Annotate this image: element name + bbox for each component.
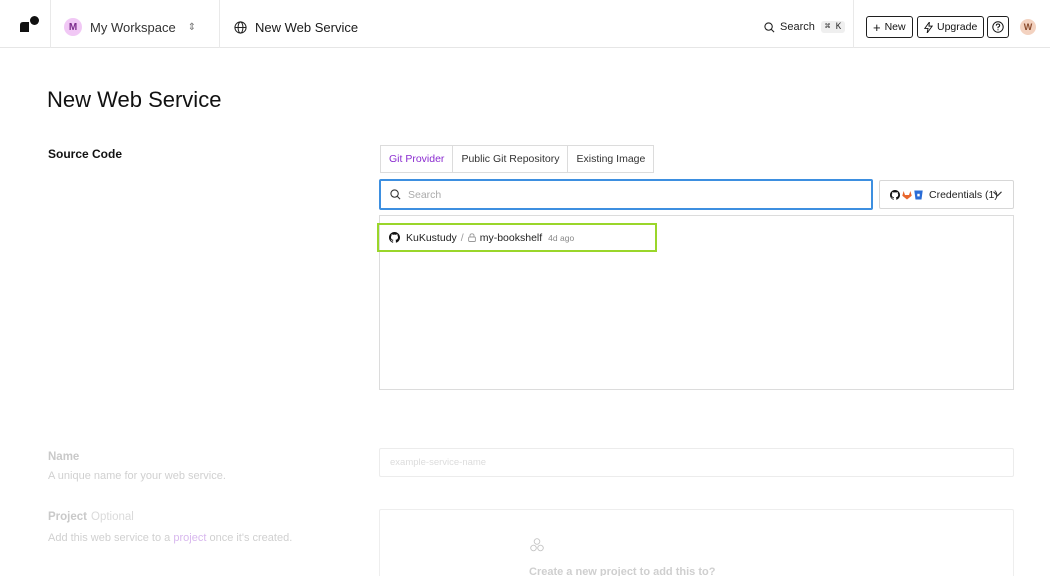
page-title: New Web Service: [47, 87, 222, 112]
render-logo-icon[interactable]: [20, 16, 40, 32]
question-circle-icon: [992, 21, 1004, 33]
top-bar: M My Workspace ⇕ New Web Service Search …: [0, 0, 1050, 48]
upgrade-label: Upgrade: [937, 21, 978, 33]
workspace-name: My Workspace: [90, 19, 176, 35]
new-label: New: [884, 21, 906, 33]
project-label-text: Project: [48, 511, 87, 523]
lightning-icon: [924, 21, 933, 33]
globe-icon: [234, 20, 247, 34]
github-icon: [890, 189, 900, 200]
breadcrumb: New Web Service: [234, 17, 358, 37]
gitlab-icon: [902, 190, 912, 199]
help-button[interactable]: [987, 16, 1009, 38]
repo-owner: KuKustudy: [406, 231, 457, 244]
new-button[interactable]: + New: [866, 16, 913, 38]
repo-name: my-bookshelf: [479, 231, 543, 244]
git-provider-icons: [890, 189, 923, 200]
upgrade-button[interactable]: Upgrade: [917, 16, 985, 38]
project-link[interactable]: project: [173, 532, 206, 544]
repo-updated: 4d ago: [548, 232, 575, 243]
name-description: A unique name for your web service.: [48, 470, 226, 482]
chevron-up-down-icon: ⇕: [187, 21, 197, 33]
project-label: Project Optional: [48, 511, 134, 523]
bitbucket-icon: [914, 190, 923, 199]
credentials-dropdown[interactable]: Credentials (1): [879, 180, 1014, 209]
search-icon: [764, 21, 775, 32]
search-label: Search: [780, 21, 815, 33]
search-icon: [390, 189, 401, 200]
global-search-button[interactable]: Search ⌘ K: [764, 17, 846, 37]
source-code-label: Source Code: [48, 147, 123, 161]
plus-icon: +: [873, 19, 881, 35]
service-name-field[interactable]: [379, 448, 1014, 477]
list-item[interactable]: KuKustudy / my-bookshelf 4d ago: [377, 223, 657, 252]
search-shortcut: ⌘ K: [820, 21, 846, 33]
source-tabs: Git Provider Public Git Repository Exist…: [380, 145, 655, 173]
create-project-prompt[interactable]: Create a new project to add this to?: [529, 566, 715, 576]
optional-tag: Optional: [91, 511, 134, 523]
path-separator: /: [460, 231, 464, 244]
github-icon: [389, 232, 400, 243]
service-name-input[interactable]: [390, 457, 990, 468]
credentials-label: Credentials (1): [929, 188, 998, 201]
divider: [853, 0, 854, 48]
repo-search-input[interactable]: [408, 188, 848, 201]
divider: [50, 0, 51, 48]
repo-search-field[interactable]: [379, 179, 873, 210]
tab-existing-image[interactable]: Existing Image: [568, 146, 653, 172]
circles-icon: [530, 538, 544, 552]
divider: [219, 0, 220, 48]
lock-icon: [467, 233, 476, 242]
workspace-switcher[interactable]: M My Workspace ⇕: [64, 17, 196, 37]
project-selector[interactable]: Create a new project to add this to?: [379, 509, 1014, 576]
project-description-before: Add this web service to a: [48, 532, 171, 544]
breadcrumb-current: New Web Service: [255, 19, 359, 35]
project-description-after: once it's created.: [209, 532, 293, 544]
user-avatar[interactable]: W: [1020, 19, 1036, 35]
name-label: Name: [48, 451, 80, 463]
tab-git-provider[interactable]: Git Provider: [381, 146, 454, 172]
repo-list: KuKustudy / my-bookshelf 4d ago: [377, 215, 1014, 390]
project-description: Add this web service to a project once i…: [48, 532, 292, 544]
workspace-avatar: M: [64, 18, 82, 36]
tab-public-git-repository[interactable]: Public Git Repository: [453, 146, 569, 172]
chevron-down-icon: [993, 189, 1002, 199]
